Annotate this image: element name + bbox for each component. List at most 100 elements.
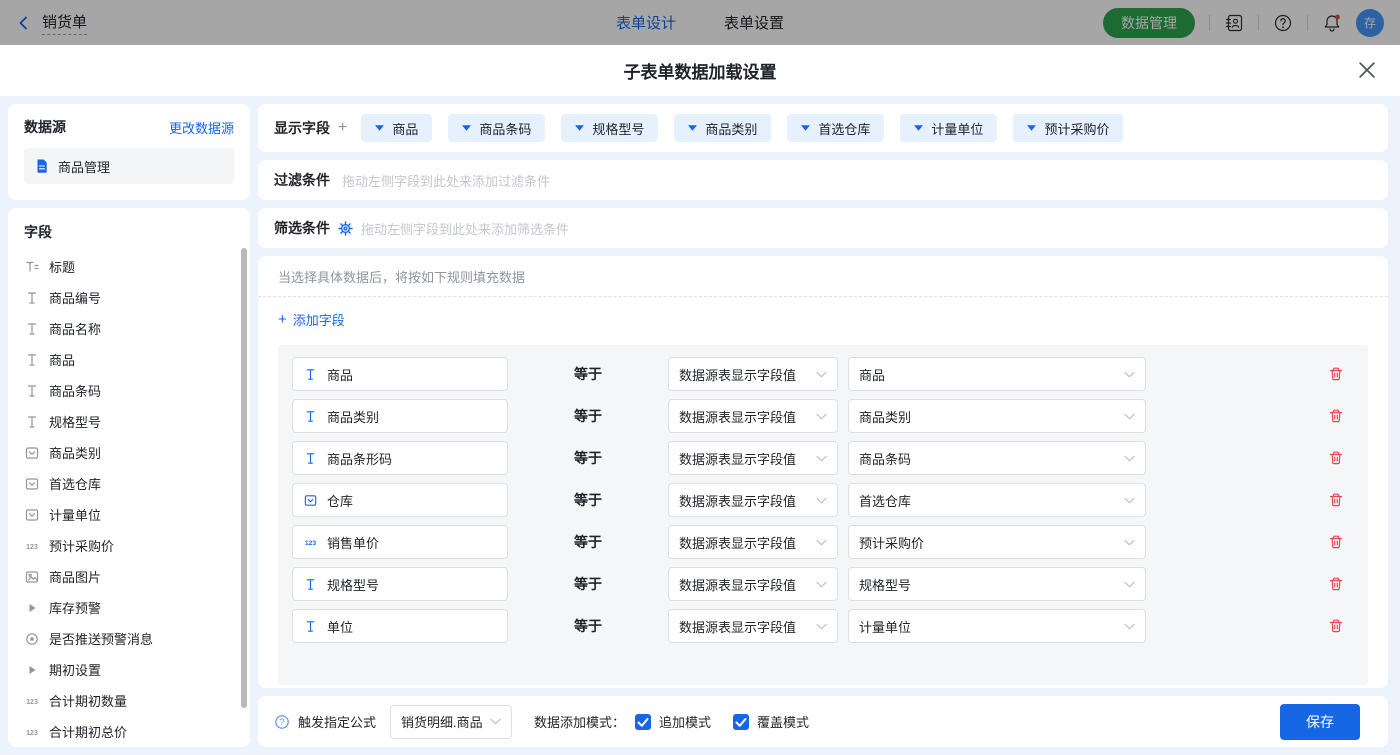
sieve-condition-bar[interactable]: 筛选条件 拖动左侧字段到此处来添加筛选条件 <box>258 208 1388 248</box>
field-list-item[interactable]: 规格型号 <box>8 406 250 437</box>
rule-target-select-value: 商品条码 <box>859 449 911 468</box>
display-field-tag[interactable]: 商品条码 <box>448 114 545 142</box>
field-list-item[interactable]: 期初设置 <box>8 654 250 685</box>
rule-source-select[interactable]: 数据源表显示字段值 <box>668 357 838 391</box>
display-field-tag[interactable]: 商品 <box>361 114 432 142</box>
rule-target-select[interactable]: 商品类别 <box>848 399 1146 433</box>
filter-condition-bar[interactable]: 过滤条件 拖动左侧字段到此处来添加过滤条件 <box>258 160 1388 200</box>
field-list-item[interactable]: 库存预警 <box>8 592 250 623</box>
display-field-tag[interactable]: 规格型号 <box>561 114 658 142</box>
field-list-item[interactable]: 标题 <box>8 251 250 282</box>
field-list-item[interactable]: 商品图片 <box>8 561 250 592</box>
rule-field-box[interactable]: 规格型号 <box>292 567 508 601</box>
rule-field-box[interactable]: 商品 <box>292 357 508 391</box>
field-list-item[interactable]: 商品名称 <box>8 313 250 344</box>
field-list-item[interactable]: 商品 <box>8 344 250 375</box>
notification-bell-icon[interactable] <box>1322 13 1342 33</box>
field-list-item[interactable]: 首选仓库 <box>8 468 250 499</box>
text-field-icon <box>303 451 318 466</box>
rule-field-label: 仓库 <box>327 491 353 510</box>
chevron-down-icon <box>1124 371 1135 378</box>
field-list-item[interactable]: 123合计期初数量 <box>8 685 250 716</box>
delete-rule-icon[interactable] <box>1328 408 1344 424</box>
mode-option[interactable]: 覆盖模式 <box>733 712 809 731</box>
add-display-field-icon[interactable]: + <box>338 119 347 137</box>
select-field-icon <box>24 445 40 461</box>
rule-source-select[interactable]: 数据源表显示字段值 <box>668 525 838 559</box>
rule-operator: 等于 <box>508 364 668 384</box>
rule-row: 123销售单价等于数据源表显示字段值预计采购价 <box>292 525 1354 559</box>
help-icon[interactable] <box>1273 13 1293 33</box>
trigger-formula-select[interactable]: 销货明细.商品 <box>390 705 512 739</box>
datasource-item[interactable]: 商品管理 <box>24 148 234 184</box>
rule-operator: 等于 <box>508 406 668 426</box>
avatar[interactable]: 存 <box>1356 9 1384 37</box>
rule-field-box[interactable]: 123销售单价 <box>292 525 508 559</box>
rule-field-box[interactable]: 仓库 <box>292 483 508 517</box>
field-list-item[interactable]: 计量单位 <box>8 499 250 530</box>
display-field-tag[interactable]: 预计采购价 <box>1013 114 1123 142</box>
rule-target-select[interactable]: 商品 <box>848 357 1146 391</box>
save-button[interactable]: 保存 <box>1280 704 1360 740</box>
tab-form-design[interactable]: 表单设计 <box>616 12 676 33</box>
rule-row: 规格型号等于数据源表显示字段值规格型号 <box>292 567 1354 601</box>
modal-header: 子表单数据加载设置 <box>0 45 1400 96</box>
rule-source-select[interactable]: 数据源表显示字段值 <box>668 567 838 601</box>
rule-field-label: 销售单价 <box>327 533 379 552</box>
delete-rule-icon[interactable] <box>1328 534 1344 550</box>
field-list-item[interactable]: 是否推送预警消息 <box>8 623 250 654</box>
display-field-tag[interactable]: 商品类别 <box>674 114 771 142</box>
rule-field-box[interactable]: 商品条形码 <box>292 441 508 475</box>
fields-scrollbar[interactable] <box>241 248 247 708</box>
rule-target-select[interactable]: 预计采购价 <box>848 525 1146 559</box>
rule-source-select[interactable]: 数据源表显示字段值 <box>668 399 838 433</box>
field-list-item[interactable]: 123预计采购价 <box>8 530 250 561</box>
gear-icon[interactable] <box>338 221 353 236</box>
field-list-item[interactable]: 商品编号 <box>8 282 250 313</box>
chevron-down-icon <box>816 371 827 378</box>
text-field-icon <box>303 577 318 592</box>
text-field-icon <box>303 367 318 382</box>
delete-rule-icon[interactable] <box>1328 576 1344 592</box>
rule-source-select-value: 数据源表显示字段值 <box>679 617 796 636</box>
rule-target-select[interactable]: 商品条码 <box>848 441 1146 475</box>
delete-rule-icon[interactable] <box>1328 450 1344 466</box>
fields-panel: 字段 标题商品编号商品名称商品商品条码规格型号商品类别首选仓库计量单位123预计… <box>8 208 250 747</box>
delete-rule-icon[interactable] <box>1328 618 1344 634</box>
tab-form-settings[interactable]: 表单设置 <box>724 12 784 33</box>
trigger-help-icon[interactable]: ? <box>274 714 290 730</box>
datasource-panel: 数据源 更改数据源 商品管理 <box>8 104 250 200</box>
rule-target-select[interactable]: 首选仓库 <box>848 483 1146 517</box>
display-field-tag[interactable]: 计量单位 <box>900 114 997 142</box>
checkbox-checked-icon[interactable] <box>635 714 651 730</box>
checkbox-checked-icon[interactable] <box>733 714 749 730</box>
mode-option[interactable]: 追加模式 <box>635 712 711 731</box>
display-field-tag[interactable]: 首选仓库 <box>787 114 884 142</box>
rule-target-select[interactable]: 计量单位 <box>848 609 1146 643</box>
address-book-icon[interactable] <box>1224 13 1244 33</box>
form-title[interactable]: 销货单 <box>42 11 87 35</box>
text-field-icon <box>24 290 40 306</box>
group-field-icon <box>24 662 40 678</box>
delete-rule-icon[interactable] <box>1328 366 1344 382</box>
display-field-tag-label: 商品条码 <box>479 119 531 138</box>
rule-field-box[interactable]: 商品类别 <box>292 399 508 433</box>
data-manage-button[interactable]: 数据管理 <box>1103 8 1195 38</box>
add-field-button[interactable]: + 添加字段 <box>278 310 345 329</box>
rule-target-select-value: 规格型号 <box>859 575 911 594</box>
change-datasource-link[interactable]: 更改数据源 <box>169 118 234 137</box>
chevron-down-icon <box>490 718 501 725</box>
field-list-item[interactable]: 123合计期初总价 <box>8 716 250 747</box>
rule-source-select[interactable]: 数据源表显示字段值 <box>668 441 838 475</box>
back-icon[interactable] <box>16 15 32 31</box>
field-list-item-label: 商品条码 <box>49 381 101 400</box>
rule-field-box[interactable]: 单位 <box>292 609 508 643</box>
field-list-item[interactable]: 商品类别 <box>8 437 250 468</box>
rule-target-select[interactable]: 规格型号 <box>848 567 1146 601</box>
close-icon[interactable] <box>1356 59 1378 81</box>
rule-source-select[interactable]: 数据源表显示字段值 <box>668 609 838 643</box>
rule-source-select[interactable]: 数据源表显示字段值 <box>668 483 838 517</box>
delete-rule-icon[interactable] <box>1328 492 1344 508</box>
field-list-item[interactable]: 商品条码 <box>8 375 250 406</box>
caret-down-icon <box>1027 125 1036 131</box>
